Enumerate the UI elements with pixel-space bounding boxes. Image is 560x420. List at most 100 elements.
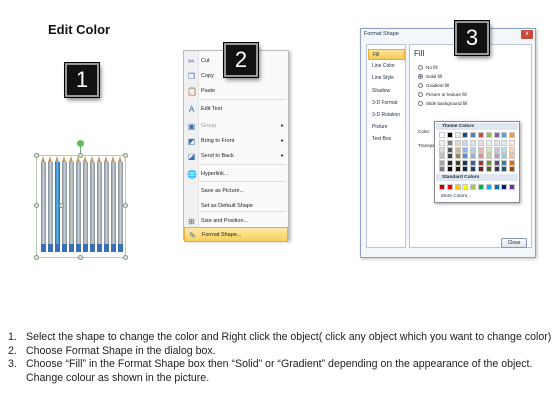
color-swatch[interactable] — [446, 153, 453, 159]
color-swatch[interactable] — [485, 159, 492, 166]
color-swatch[interactable] — [454, 153, 461, 159]
color-swatch[interactable] — [470, 132, 477, 138]
menu-item-save-as-picture[interactable]: Save as Picture... — [184, 184, 288, 199]
color-swatch[interactable] — [462, 166, 469, 172]
color-swatch[interactable] — [454, 184, 461, 190]
color-swatch[interactable] — [493, 153, 500, 159]
resize-handle[interactable] — [59, 203, 64, 208]
color-swatch[interactable] — [478, 146, 484, 153]
color-swatch[interactable] — [509, 140, 516, 146]
menu-item-format-shape[interactable]: ✎ Format Shape... — [184, 227, 288, 242]
color-swatch[interactable] — [485, 184, 492, 190]
color-swatch[interactable] — [509, 153, 516, 159]
color-swatch[interactable] — [454, 146, 461, 153]
color-swatch[interactable] — [439, 132, 445, 138]
color-swatch[interactable] — [478, 153, 484, 159]
color-swatch[interactable] — [509, 146, 516, 153]
nav-item-line-style[interactable]: Line Style — [368, 73, 405, 84]
fill-option-gradient-fill[interactable]: Gradient fill — [418, 82, 449, 90]
color-swatch[interactable] — [470, 184, 477, 190]
nav-item-fill[interactable]: Fill — [368, 49, 405, 60]
color-swatch[interactable] — [493, 159, 500, 166]
fill-option-picture-or-texture-fill[interactable]: Picture or texture fill — [418, 91, 467, 99]
more-colors-link[interactable]: More Colors... — [441, 194, 471, 199]
menu-item-edit-text[interactable]: A Edit Text — [184, 102, 288, 117]
menu-item-hyperlink[interactable]: 🌐 Hyperlink... — [184, 167, 288, 182]
nav-item-picture[interactable]: Picture — [368, 122, 405, 133]
rotation-handle[interactable] — [77, 140, 84, 147]
color-swatch[interactable] — [446, 184, 453, 190]
color-swatch[interactable] — [493, 146, 500, 153]
color-swatch[interactable] — [509, 184, 516, 190]
pencil-shape[interactable] — [90, 156, 95, 252]
fill-option-slide-background-fill[interactable]: Slide background fill — [418, 100, 467, 108]
color-swatch[interactable] — [485, 140, 492, 146]
color-swatch[interactable] — [509, 166, 516, 172]
resize-handle[interactable] — [123, 153, 128, 158]
color-swatch[interactable] — [439, 153, 445, 159]
color-swatch[interactable] — [462, 184, 469, 190]
pencil-shape[interactable] — [83, 156, 88, 252]
fill-option-no-fill[interactable]: No fill — [418, 64, 438, 72]
color-swatch[interactable] — [478, 140, 484, 146]
resize-handle[interactable] — [34, 153, 39, 158]
color-swatch[interactable] — [446, 146, 453, 153]
color-swatch[interactable] — [470, 146, 477, 153]
menu-item-paste[interactable]: 📋 Paste — [184, 84, 288, 99]
color-swatch[interactable] — [478, 166, 484, 172]
resize-handle[interactable] — [123, 255, 128, 260]
color-swatch[interactable] — [501, 132, 508, 138]
menu-item-send-to-back[interactable]: ◪ Send to Back ▸ — [184, 149, 288, 164]
pencil-shape[interactable] — [41, 156, 46, 252]
color-swatch[interactable] — [462, 159, 469, 166]
color-swatch[interactable] — [446, 132, 453, 138]
color-swatch[interactable] — [454, 166, 461, 172]
resize-handle[interactable] — [78, 153, 83, 158]
menu-item-group[interactable]: ▣ Group ▸ — [184, 119, 288, 134]
color-swatch[interactable] — [454, 140, 461, 146]
color-swatch[interactable] — [470, 159, 477, 166]
nav-item-shadow[interactable]: Shadow — [368, 86, 405, 97]
nav-item-3-d-rotation[interactable]: 3-D Rotation — [368, 110, 405, 121]
color-swatch[interactable] — [470, 153, 477, 159]
resize-handle[interactable] — [123, 203, 128, 208]
nav-item-line-color[interactable]: Line Color — [368, 61, 405, 72]
color-swatch[interactable] — [439, 166, 445, 172]
pencil-shape[interactable] — [97, 156, 102, 252]
pencil-shape[interactable] — [48, 156, 53, 252]
close-button[interactable]: Close — [501, 238, 527, 248]
color-swatch[interactable] — [446, 140, 453, 146]
nav-item-text-box[interactable]: Text Box — [368, 134, 405, 145]
color-swatch[interactable] — [478, 159, 484, 166]
color-swatch[interactable] — [462, 140, 469, 146]
close-icon[interactable]: x — [521, 30, 533, 39]
color-swatch[interactable] — [470, 140, 477, 146]
color-swatch[interactable] — [478, 132, 484, 138]
radio-button[interactable] — [418, 92, 423, 98]
color-swatch[interactable] — [493, 140, 500, 146]
color-swatch[interactable] — [439, 159, 445, 166]
color-swatch[interactable] — [501, 184, 508, 190]
color-swatch[interactable] — [501, 159, 508, 166]
menu-item-bring-to-front[interactable]: ◩ Bring to Front ▸ — [184, 134, 288, 149]
color-swatch[interactable] — [478, 184, 484, 190]
color-swatch[interactable] — [462, 153, 469, 159]
color-swatch[interactable] — [462, 132, 469, 138]
color-swatch[interactable] — [470, 166, 477, 172]
color-swatch[interactable] — [439, 184, 445, 190]
radio-button[interactable] — [418, 83, 423, 89]
pencil-shape[interactable] — [111, 156, 116, 252]
color-swatch[interactable] — [485, 166, 492, 172]
resize-handle[interactable] — [34, 255, 39, 260]
color-swatch[interactable] — [446, 166, 453, 172]
color-swatch[interactable] — [485, 153, 492, 159]
color-swatch[interactable] — [454, 132, 461, 138]
color-swatch[interactable] — [493, 184, 500, 190]
color-swatch[interactable] — [439, 140, 445, 146]
radio-button[interactable] — [418, 74, 423, 80]
color-swatch[interactable] — [454, 159, 461, 166]
color-swatch[interactable] — [509, 132, 516, 138]
color-swatch[interactable] — [501, 153, 508, 159]
color-swatch[interactable] — [485, 146, 492, 153]
color-swatch[interactable] — [462, 146, 469, 153]
